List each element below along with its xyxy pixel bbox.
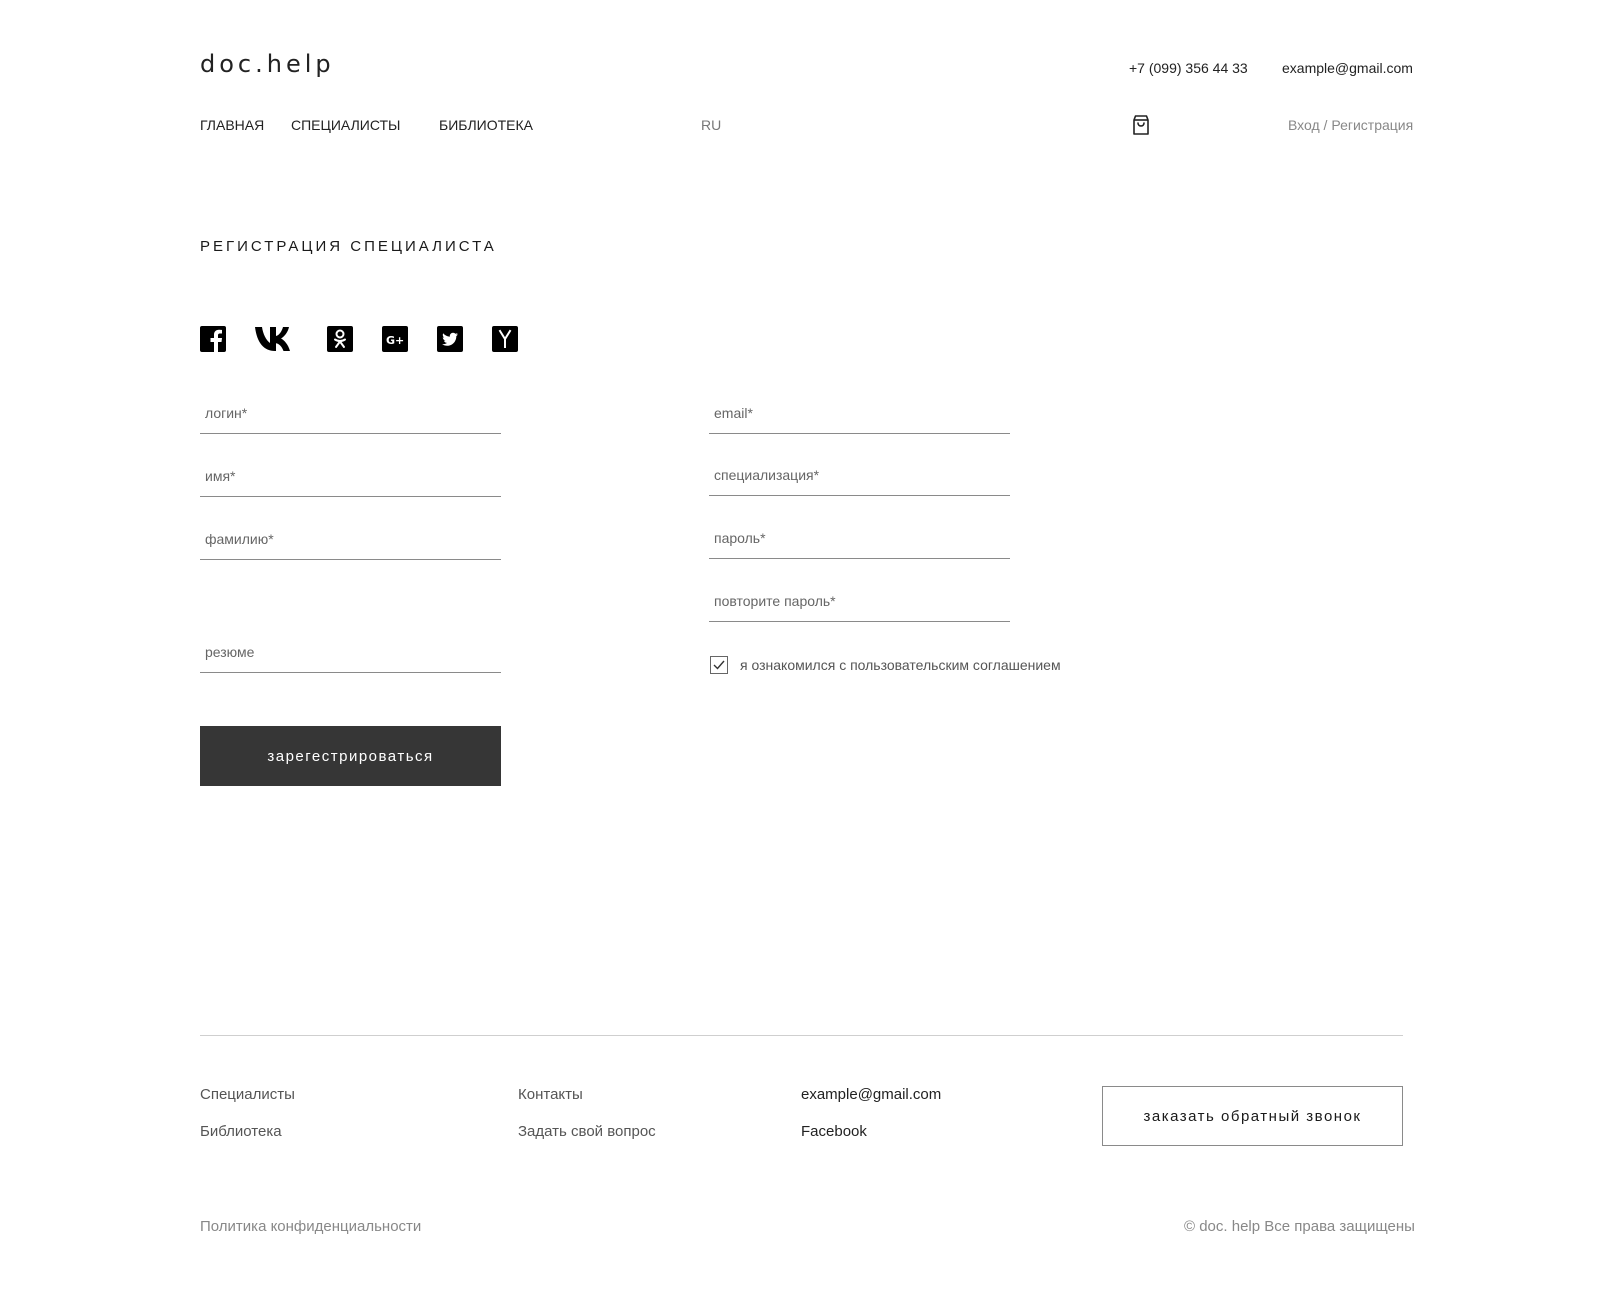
password-field[interactable] [709,518,1010,559]
password-repeat-field[interactable] [709,581,1010,622]
nav-item-home[interactable]: ГЛАВНАЯ [200,117,264,133]
twitter-icon[interactable] [437,326,463,352]
svg-text:G+: G+ [386,334,404,347]
password-repeat-input[interactable] [709,581,1010,621]
header-email[interactable]: example@gmail.com [1282,60,1413,76]
specialization-field[interactable] [709,455,1010,496]
vk-icon[interactable] [255,326,298,352]
nav-item-library[interactable]: БИБЛИОТЕКА [439,117,533,133]
page-title: РЕГИСТРАЦИЯ СПЕЦИАЛИСТА [200,238,497,255]
footer-divider [200,1035,1403,1036]
checkmark-icon [713,660,725,670]
login-field[interactable] [200,393,501,434]
name-input[interactable] [200,456,501,496]
copyright-text: © doc. help Все права защищены [1184,1218,1415,1235]
callback-button[interactable]: заказать обратный звонок [1102,1086,1403,1146]
agreement-checkbox[interactable] [710,656,728,674]
footer-link-library[interactable]: Библиотека [200,1123,282,1140]
surname-input[interactable] [200,519,501,559]
agreement-label[interactable]: я ознакомился с пользовательским соглаше… [740,657,1061,673]
email-field[interactable] [709,393,1010,434]
footer-link-specialists[interactable]: Специалисты [200,1086,295,1103]
login-register-link[interactable]: Вход / Регистрация [1288,117,1413,133]
name-field[interactable] [200,456,501,497]
language-switcher[interactable]: RU [701,117,721,133]
cart-icon[interactable] [1129,113,1153,137]
register-button[interactable]: зарегестрироваться [200,726,501,786]
footer-link-contacts[interactable]: Контакты [518,1086,583,1103]
resume-input[interactable] [200,632,501,672]
login-input[interactable] [200,393,501,433]
specialization-input[interactable] [709,455,1010,495]
footer-link-ask-question[interactable]: Задать свой вопрос [518,1123,656,1140]
footer-email-link[interactable]: example@gmail.com [801,1086,941,1103]
facebook-icon[interactable] [200,326,226,352]
nav-item-specialists[interactable]: СПЕЦИАЛИСТЫ [291,117,400,133]
surname-field[interactable] [200,519,501,560]
logo[interactable]: doc.help [200,50,335,78]
email-input[interactable] [709,393,1010,433]
footer-facebook-link[interactable]: Facebook [801,1123,867,1140]
header-phone[interactable]: +7 (099) 356 44 33 [1129,60,1248,76]
privacy-policy-link[interactable]: Политика конфиденциальности [200,1218,421,1235]
resume-field[interactable] [200,632,501,673]
odnoklassniki-icon[interactable] [327,326,353,352]
password-input[interactable] [709,518,1010,558]
yandex-icon[interactable] [492,326,518,352]
google-plus-icon[interactable]: G+ [382,326,408,352]
